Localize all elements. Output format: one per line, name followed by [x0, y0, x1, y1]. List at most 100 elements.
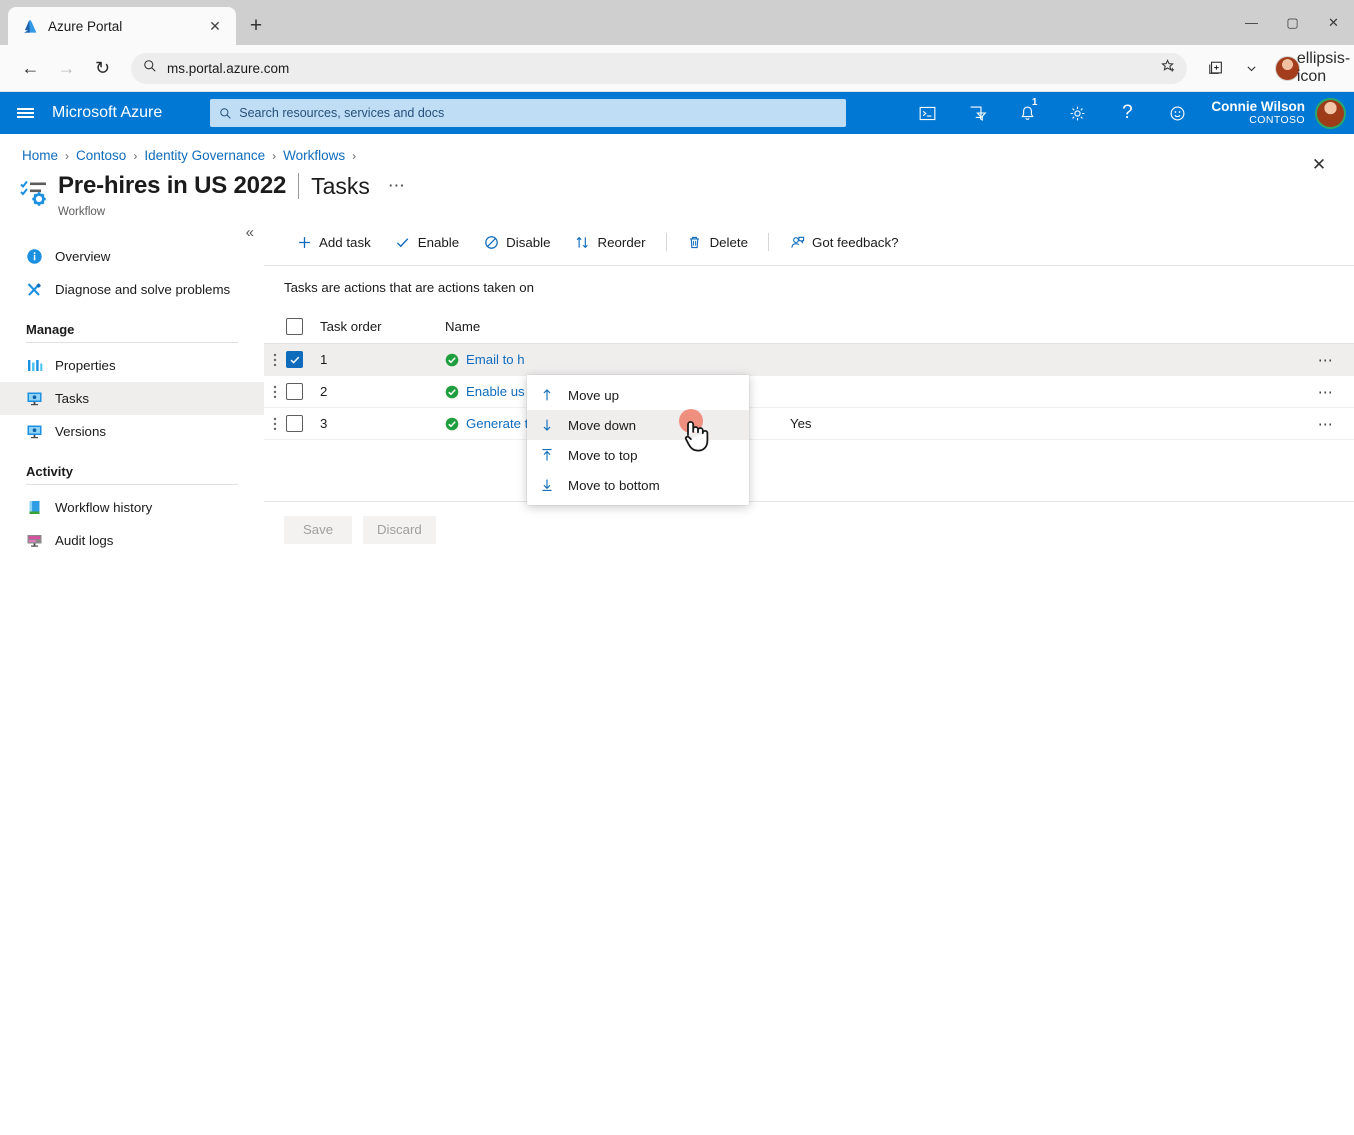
breadcrumb-item-identity-governance[interactable]: Identity Governance [144, 148, 265, 163]
sidebar-item-properties[interactable]: Properties [0, 349, 264, 382]
breadcrumb-item-workflows[interactable]: Workflows [283, 148, 345, 163]
row-checkbox[interactable] [286, 415, 303, 432]
command-toolbar: Add task Enable Disable Reorder Delete G… [264, 223, 1354, 261]
sidebar-group-heading-activity: Activity [26, 464, 73, 479]
drag-dots-icon[interactable] [264, 383, 286, 401]
discard-button[interactable]: Discard [363, 515, 436, 544]
new-tab-button[interactable]: + [241, 11, 271, 41]
table-row[interactable]: 1 Email to h ⋯ [264, 344, 1354, 376]
menu-item-move-to-bottom[interactable]: Move to bottom [527, 470, 749, 500]
forward-icon[interactable]: → [50, 52, 83, 85]
delete-label: Delete [709, 234, 748, 250]
avatar[interactable] [1315, 97, 1346, 129]
browser-tab[interactable]: Azure Portal ✕ [8, 7, 236, 45]
cloud-shell-icon[interactable] [903, 92, 951, 134]
close-icon[interactable]: ✕ [204, 15, 226, 37]
breadcrumb-item-home[interactable]: Home [22, 148, 58, 163]
notifications-bell-icon[interactable]: 1 [1003, 92, 1051, 134]
user-account-block[interactable]: Connie Wilson CONTOSO [1211, 97, 1346, 129]
title-divider [298, 173, 300, 199]
search-input[interactable]: Search resources, services and docs [210, 99, 847, 127]
reorder-button[interactable]: Reorder [563, 227, 658, 257]
disable-button[interactable]: Disable [471, 227, 562, 257]
save-button[interactable]: Save [284, 515, 352, 544]
page-title: Pre-hires in US 2022 [58, 172, 287, 199]
star-add-icon[interactable] [1161, 59, 1176, 77]
status-enabled-icon [445, 417, 459, 431]
user-name: Connie Wilson [1211, 99, 1305, 114]
reorder-label: Reorder [597, 234, 646, 250]
column-header-task-order[interactable]: Task order [320, 319, 445, 334]
breadcrumb-item-contoso[interactable]: Contoso [76, 148, 126, 163]
row-context-menu-icon[interactable]: ⋯ [1298, 415, 1354, 433]
arrow-down-icon [539, 418, 554, 433]
status-enabled-icon [445, 385, 459, 399]
menu-item-move-up[interactable]: Move up [527, 380, 749, 410]
table-row[interactable]: 2 Enable us ⋯ [264, 376, 1354, 408]
address-bar[interactable]: ms.portal.azure.com [131, 52, 1187, 84]
browser-tab-strip: Azure Portal ✕ + — ▢ ✕ [0, 0, 1354, 45]
add-task-button[interactable]: Add task [284, 227, 383, 257]
row-checkbox[interactable] [286, 351, 303, 368]
arrow-to-bottom-icon [539, 478, 554, 493]
settings-gear-icon[interactable] [1053, 92, 1101, 134]
arrow-up-icon [539, 388, 554, 403]
chevron-down-icon[interactable] [1235, 52, 1268, 85]
sidebar-item-label: Overview [55, 249, 111, 264]
sidebar-item-diagnose[interactable]: Diagnose and solve problems [0, 273, 264, 306]
got-feedback-label: Got feedback? [812, 234, 899, 250]
azure-brand[interactable]: Microsoft Azure [52, 104, 162, 122]
azure-header-actions: 1 ? Connie Wilson CONTOSO [903, 92, 1354, 134]
enable-button[interactable]: Enable [383, 227, 471, 257]
breadcrumb-separator-trailing: › [352, 148, 357, 163]
ellipsis-icon[interactable]: ellipsis-icon [1297, 50, 1350, 85]
status-enabled-icon [445, 353, 459, 367]
row-select-cell[interactable] [286, 383, 320, 400]
menu-item-move-down[interactable]: Move down [527, 410, 749, 440]
sidebar-item-versions[interactable]: Versions [0, 415, 264, 448]
reload-icon[interactable]: ↻ [86, 52, 119, 85]
drag-dots-icon[interactable] [264, 351, 286, 369]
task-name-link[interactable]: Email to h [466, 352, 525, 367]
column-header-name[interactable]: Name [445, 319, 790, 334]
sidebar-item-workflow-history[interactable]: Workflow history [0, 491, 264, 524]
row-context-menu-icon[interactable]: ⋯ [1298, 383, 1354, 401]
help-question-icon[interactable]: ? [1103, 92, 1151, 134]
close-blade-button[interactable]: ✕ [1302, 148, 1336, 182]
blade-sidebar: « Overview Diagnose and solve problems M… [0, 218, 264, 557]
back-icon[interactable]: ← [14, 52, 47, 85]
feedback-smiley-icon[interactable] [1153, 92, 1201, 134]
sidebar-item-audit-logs[interactable]: Audit logs [0, 524, 264, 557]
sidebar-group-heading-manage: Manage [26, 322, 75, 337]
directories-subscriptions-icon[interactable] [953, 92, 1001, 134]
hamburger-menu-icon[interactable] [6, 92, 44, 134]
sidebar-item-label: Properties [55, 358, 116, 373]
window-minimize-button[interactable]: — [1231, 0, 1272, 45]
window-close-button[interactable]: ✕ [1313, 0, 1354, 45]
table-row[interactable]: 3 Generate temporary access pass Yes ⋯ [264, 408, 1354, 440]
info-circle-icon [26, 248, 43, 265]
drag-dots-icon[interactable] [264, 415, 286, 433]
collapse-sidebar-button[interactable]: « [246, 224, 254, 241]
blade-footer: Save Discard [264, 501, 1354, 557]
task-name-link[interactable]: Enable us [466, 384, 525, 399]
window-maximize-button[interactable]: ▢ [1272, 0, 1313, 45]
row-checkbox[interactable] [286, 383, 303, 400]
divider [665, 233, 667, 251]
reorder-arrows-icon [575, 234, 591, 250]
select-all-cell[interactable] [286, 318, 320, 335]
collections-icon[interactable] [1199, 52, 1232, 85]
menu-item-move-to-top[interactable]: Move to top [527, 440, 749, 470]
select-all-checkbox[interactable] [286, 318, 303, 335]
reorder-dropdown-menu: Move up Move down Move to top Move to bo… [527, 375, 749, 505]
sidebar-item-overview[interactable]: Overview [0, 240, 264, 273]
row-select-cell[interactable] [286, 415, 320, 432]
got-feedback-button[interactable]: Got feedback? [777, 227, 911, 257]
page-more-menu-icon[interactable]: ⋯ [388, 176, 406, 196]
content-description: Tasks are actions that are actions taken… [284, 280, 534, 295]
sidebar-item-tasks[interactable]: Tasks [0, 382, 264, 415]
delete-button[interactable]: Delete [675, 227, 760, 257]
row-context-menu-icon[interactable]: ⋯ [1298, 351, 1354, 369]
row-select-cell[interactable] [286, 351, 320, 368]
page-subtitle: Workflow [58, 206, 106, 218]
